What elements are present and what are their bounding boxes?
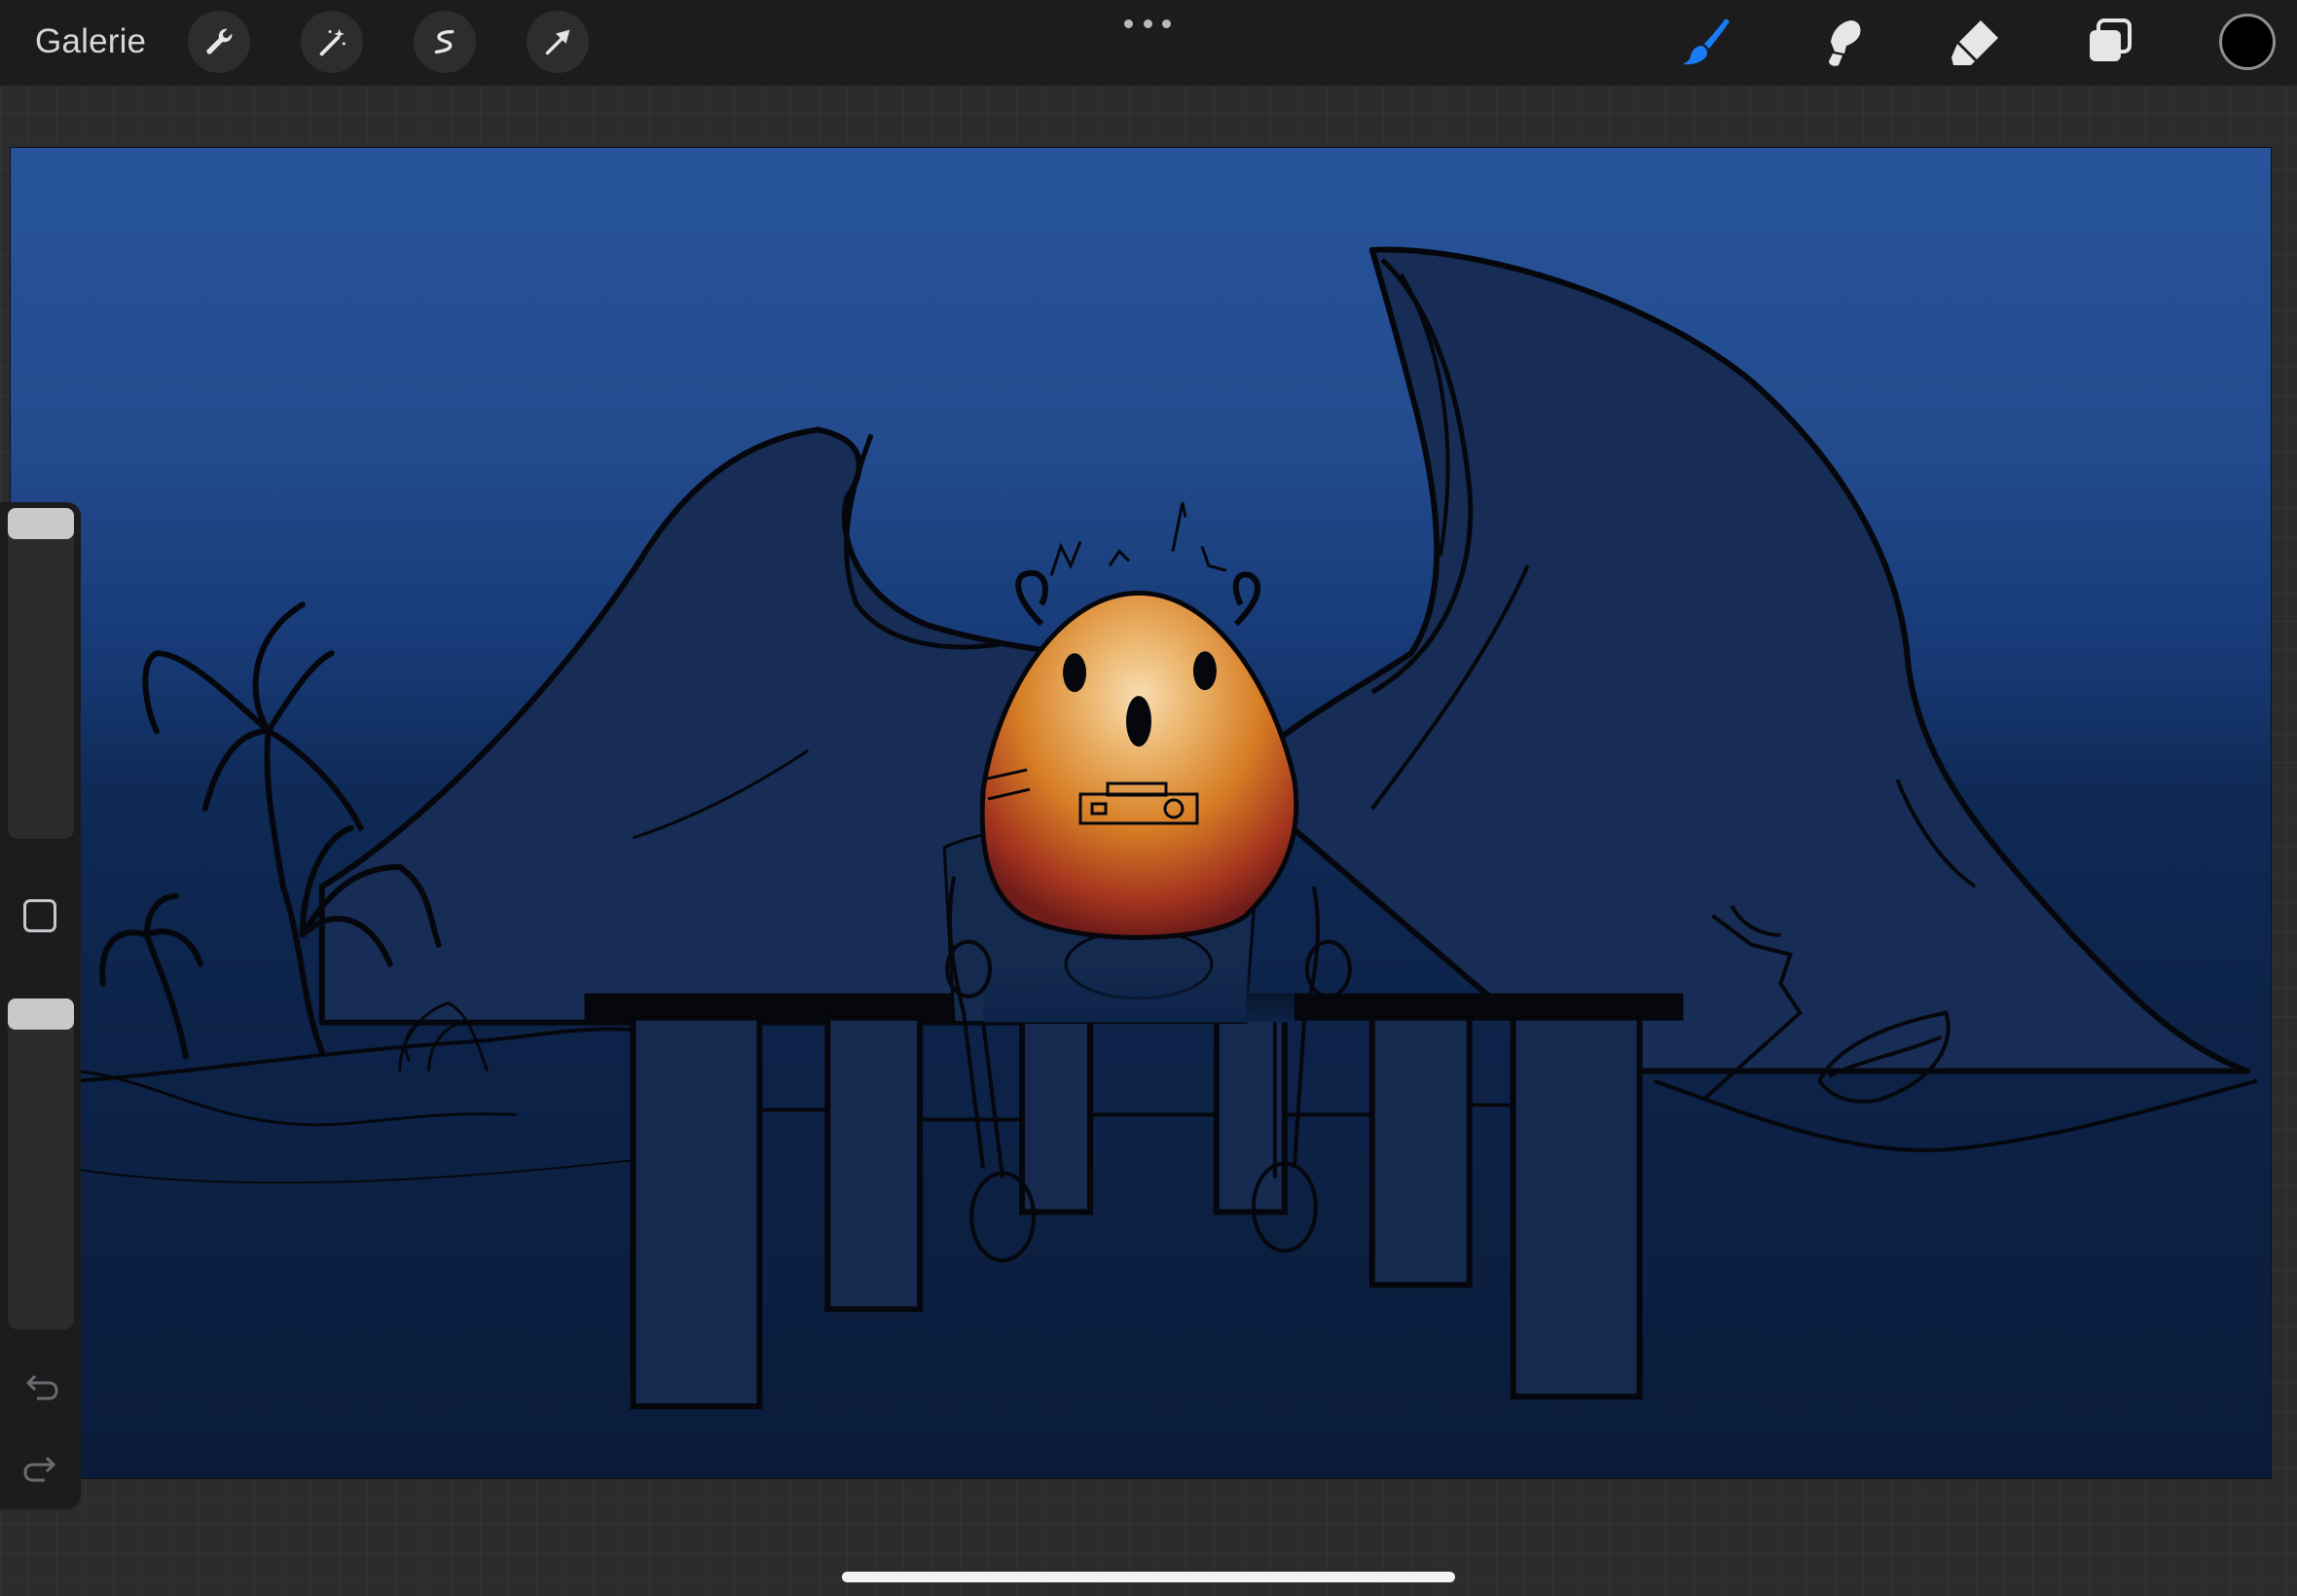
transform-button[interactable]	[527, 11, 589, 73]
actions-button[interactable]	[188, 11, 250, 73]
top-toolbar: Galerie	[0, 0, 2297, 86]
color-picker-button[interactable]	[2219, 14, 2276, 70]
smudge-tool-button[interactable]	[1808, 10, 1873, 74]
left-sidebar	[0, 502, 81, 1509]
transform-arrow-icon	[545, 29, 570, 55]
opacity-slider[interactable]	[8, 998, 74, 1329]
opacity-thumb[interactable]	[8, 998, 74, 1030]
square-modify-icon[interactable]	[23, 899, 56, 932]
artwork	[11, 148, 2271, 1478]
redo-icon	[23, 1456, 56, 1482]
magic-wand-icon	[319, 28, 346, 56]
brush-size-thumb[interactable]	[8, 508, 74, 539]
eraser-icon	[1951, 20, 1998, 65]
three-dots-icon[interactable]	[1124, 16, 1171, 31]
undo-icon	[25, 1374, 58, 1400]
layers-icon	[2090, 18, 2132, 61]
redo-button[interactable]	[19, 1448, 62, 1491]
brush-size-slider[interactable]	[8, 508, 74, 839]
eraser-tool-button[interactable]	[1943, 10, 2007, 74]
paint-tool-button[interactable]	[1674, 10, 1738, 74]
selection-button[interactable]	[414, 11, 476, 73]
undo-button[interactable]	[19, 1366, 62, 1409]
selection-icon	[434, 29, 455, 54]
wrench-icon	[206, 28, 233, 54]
brush-icon	[1683, 18, 1730, 65]
smudge-icon	[1829, 20, 1861, 66]
gallery-button[interactable]: Galerie	[35, 19, 146, 64]
adjustments-button[interactable]	[301, 11, 363, 73]
home-indicator[interactable]	[842, 1572, 1455, 1582]
drawing-canvas[interactable]	[10, 147, 2272, 1479]
layers-button[interactable]	[2078, 10, 2142, 74]
